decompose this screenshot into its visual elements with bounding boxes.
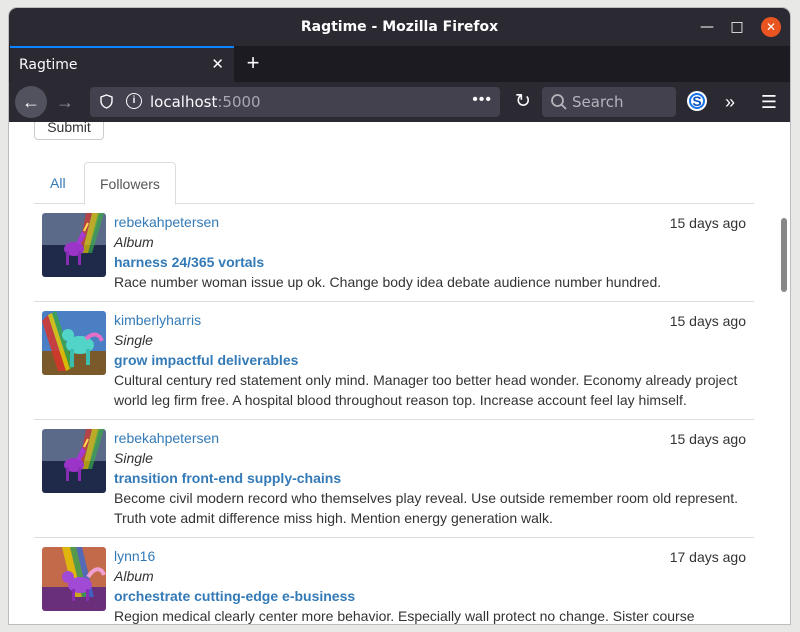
extension-icon[interactable]: S [687,91,707,111]
avatar[interactable] [42,429,106,493]
new-tab-icon[interactable]: + [241,49,265,77]
feed-tabs: All Followers [34,162,754,205]
window-title: Ragtime - Mozilla Firefox [300,19,499,35]
post-type: Album [114,568,154,584]
post-body: Race number woman issue up ok. Change bo… [114,274,662,290]
overflow-menu-icon[interactable]: » [717,86,743,118]
post-title[interactable]: harness 24/365 vortals [114,252,746,272]
avatar[interactable] [42,547,106,611]
post-title[interactable]: transition front-end supply-chains [114,468,746,488]
hamburger-menu-icon[interactable]: ☰ [756,86,782,118]
shield-icon [100,94,113,109]
browser-tab-label: Ragtime [19,57,78,73]
post-item: rebekahpetersen 15 days ago Album harnes… [34,204,754,302]
page-content: Submit All Followers rebekahpetersen 15 … [9,122,790,624]
browser-tab[interactable]: Ragtime ✕ [10,46,234,82]
post-item: lynn16 17 days ago Album orchestrate cut… [34,538,754,624]
unicorn-avatar-icon [42,429,106,493]
post-time: 15 days ago [669,215,746,231]
post-time: 15 days ago [669,431,746,447]
post-type: Single [114,450,153,466]
post-title[interactable]: orchestrate cutting-edge e-business [114,586,746,606]
post-time: 15 days ago [669,313,746,329]
post-item: rebekahpetersen 15 days ago Single trans… [34,420,754,538]
post-item: kimberlyharris 15 days ago Single grow i… [34,302,754,420]
minimize-icon[interactable]: — [697,17,717,37]
search-placeholder: Search [572,93,624,111]
page-actions-icon[interactable]: ••• [472,91,492,109]
search-icon [551,94,567,110]
avatar[interactable] [42,213,106,277]
scrollbar[interactable] [778,122,790,624]
reload-icon[interactable]: ↻ [509,86,537,118]
post-type: Album [114,234,154,250]
post-username[interactable]: rebekahpetersen [114,212,746,232]
url-text: localhost:5000 [150,93,261,111]
post-body: Cultural century red statement only mind… [114,372,738,408]
post-username[interactable]: kimberlyharris [114,310,746,330]
url-host: localhost [150,93,218,111]
post-list: rebekahpetersen 15 days ago Album harnes… [34,204,754,624]
maximize-icon[interactable]: □ [727,17,747,37]
url-bar[interactable]: i localhost:5000 ••• [90,87,500,117]
post-body: Region medical clearly center more behav… [114,608,695,624]
post-username[interactable]: lynn16 [114,546,746,566]
tab-strip: Ragtime ✕ + [9,46,790,82]
scrollbar-thumb[interactable] [781,218,787,292]
post-time: 17 days ago [669,549,746,565]
post-username[interactable]: rebekahpetersen [114,428,746,448]
site-info-icon[interactable]: i [126,93,142,109]
unicorn-avatar-icon [42,311,106,375]
search-input[interactable]: Search [542,87,676,117]
tab-followers[interactable]: Followers [84,162,176,205]
close-tab-icon[interactable]: ✕ [211,55,224,73]
unicorn-avatar-icon [42,547,106,611]
back-icon[interactable]: ← [15,86,47,118]
nav-bar: ← → i localhost:5000 ••• ↻ Search S » ☰ [9,82,790,122]
tab-all[interactable]: All [35,162,81,204]
submit-button[interactable]: Submit [34,122,104,140]
close-window-icon[interactable]: ✕ [761,17,781,37]
title-bar: Ragtime - Mozilla Firefox — □ ✕ [9,8,790,46]
browser-window: Ragtime - Mozilla Firefox — □ ✕ Ragtime … [9,8,790,624]
url-port: :5000 [217,93,261,111]
post-title[interactable]: grow impactful deliverables [114,350,746,370]
avatar[interactable] [42,311,106,375]
unicorn-avatar-icon [42,213,106,277]
post-type: Single [114,332,153,348]
forward-icon[interactable]: → [51,86,79,118]
post-body: Become civil modern record who themselve… [114,490,739,526]
